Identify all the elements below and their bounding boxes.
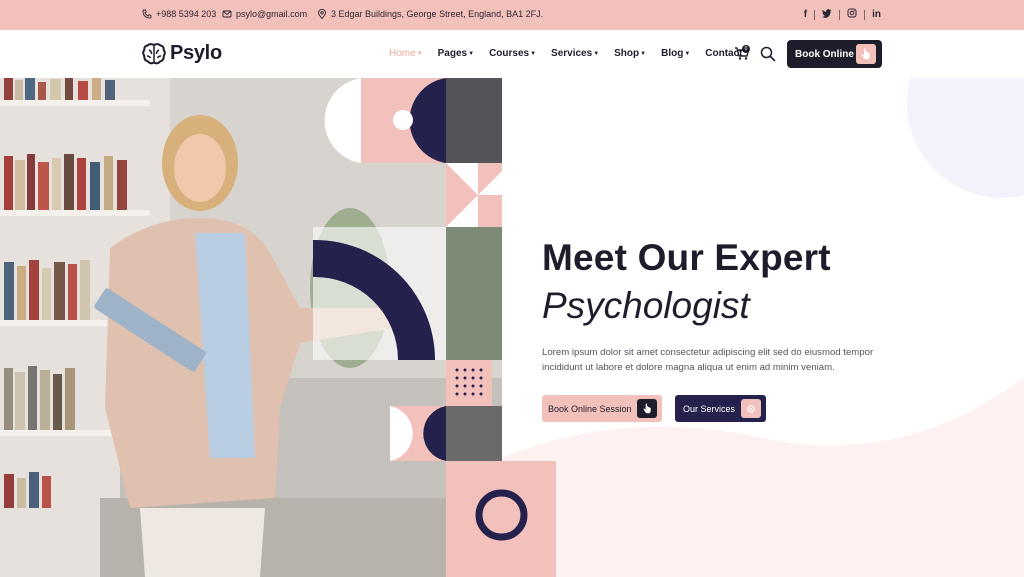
hero-photo-collage [0, 78, 502, 577]
divider [864, 9, 866, 20]
hand-pointer-icon [637, 399, 657, 418]
nav-label: Shop [614, 48, 640, 59]
facebook-icon[interactable]: f [804, 9, 807, 20]
location-pin-icon [317, 8, 327, 20]
nav-label: Home [389, 48, 416, 59]
nav-label: Pages [437, 48, 468, 59]
nav-item-pages[interactable]: Pages▼ [438, 48, 474, 59]
nav-item-services[interactable]: Services▼ [551, 48, 599, 59]
cart-count-badge: 0 [742, 45, 750, 53]
top-info-bar: +988 5394 203 psylo@gmail.com 3 Edgar Bu… [0, 0, 1024, 30]
address-info: 3 Edgar Buildings, George Street, Englan… [317, 8, 544, 20]
hero-content-background [502, 78, 1024, 577]
hand-pointer-icon [856, 44, 876, 64]
twitter-icon[interactable] [822, 8, 832, 21]
brain-logo-icon [142, 42, 166, 64]
caret-down-icon: ▼ [684, 51, 691, 57]
linkedin-icon[interactable]: in [872, 9, 881, 20]
phone-icon [142, 9, 152, 19]
book-online-label: Book Online [795, 48, 854, 60]
nav-item-shop[interactable]: Shop▼ [614, 48, 646, 59]
main-menu: Home▼ Pages▼ Courses▼ Services▼ Shop▼ Bl… [389, 48, 743, 59]
our-services-button[interactable]: Our Services [675, 395, 766, 422]
nav-label: Courses [489, 48, 530, 59]
divider [814, 9, 816, 20]
instagram-icon[interactable] [847, 8, 857, 21]
phone-contact[interactable]: +988 5394 203 [142, 9, 216, 19]
brand-name: Psylo [170, 42, 222, 64]
email-address: psylo@gmail.com [236, 9, 308, 19]
hero-description: Lorem ipsum dolor sit amet consectetur a… [542, 347, 874, 373]
main-navbar: Psylo Home▼ Pages▼ Courses▼ Services▼ Sh… [0, 30, 1024, 78]
caret-down-icon: ▼ [530, 51, 537, 57]
nav-item-home[interactable]: Home▼ [389, 48, 423, 59]
psychologist-photo [0, 78, 502, 577]
brand-logo[interactable]: Psylo [142, 42, 222, 65]
decorative-background-shapes [502, 78, 1024, 577]
hero-title-line2: Psychologist [542, 285, 750, 326]
nav-item-blog[interactable]: Blog▼ [661, 48, 690, 59]
gear-icon [741, 399, 761, 418]
nav-label: Blog [661, 48, 684, 59]
caret-down-icon: ▼ [593, 51, 600, 57]
book-online-button[interactable]: Book Online [787, 40, 882, 68]
email-contact[interactable]: psylo@gmail.com [222, 9, 307, 19]
caret-down-icon: ▼ [640, 51, 647, 57]
nav-label: Services [551, 48, 593, 59]
mail-icon [222, 9, 232, 19]
caret-down-icon: ▼ [416, 51, 423, 57]
divider [839, 9, 841, 20]
search-icon[interactable] [760, 46, 776, 62]
our-services-label: Our Services [683, 403, 736, 414]
book-online-session-button[interactable]: Book Online Session [542, 395, 662, 422]
book-session-label: Book Online Session [548, 403, 632, 414]
caret-down-icon: ▼ [468, 51, 475, 57]
social-links: f in [804, 8, 881, 21]
address-text: 3 Edgar Buildings, George Street, Englan… [331, 9, 544, 19]
phone-number: +988 5394 203 [156, 9, 217, 19]
hero-title-line1: Meet Our Expert [542, 237, 831, 278]
nav-item-courses[interactable]: Courses▼ [489, 48, 536, 59]
